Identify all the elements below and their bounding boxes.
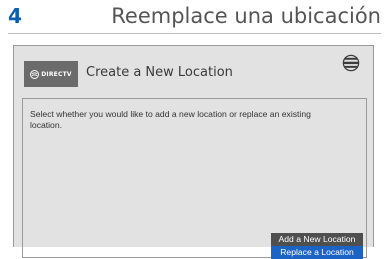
page-title: Reemplace una ubicación bbox=[111, 4, 381, 28]
directv-logo-text: DIRECTV bbox=[41, 70, 72, 78]
location-option-list: Add a New Location Replace a Location bbox=[271, 233, 363, 259]
directv-logo: DIRECTV bbox=[24, 61, 78, 87]
att-globe-icon bbox=[342, 54, 360, 72]
step-number: 4 bbox=[8, 4, 22, 28]
title-divider bbox=[8, 33, 381, 34]
directv-logo-icon bbox=[30, 69, 40, 79]
instruction-text: Select whether you would like to add a n… bbox=[30, 109, 311, 130]
content-panel: Select whether you would like to add a n… bbox=[22, 98, 367, 259]
add-new-location-option[interactable]: Add a New Location bbox=[271, 233, 363, 246]
replace-location-option[interactable]: Replace a Location bbox=[271, 246, 363, 259]
screen-title: Create a New Location bbox=[86, 65, 233, 80]
tv-screen: DIRECTV Create a New Location Select whe… bbox=[13, 45, 374, 259]
